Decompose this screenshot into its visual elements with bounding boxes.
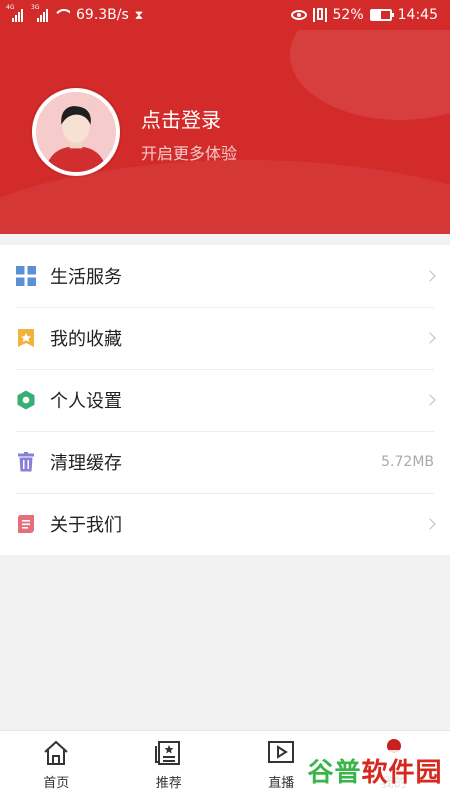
watermark-part2: 软件园: [361, 757, 443, 788]
cache-size: 5.72MB: [381, 454, 434, 470]
profile-header: 点击登录 开启更多体验: [0, 30, 450, 234]
menu-item-clear-cache[interactable]: 清理缓存 5.72MB: [0, 431, 450, 493]
tab-label: 推荐: [155, 776, 182, 791]
vibrate-icon: [312, 8, 327, 22]
hourglass-icon: ⧗: [134, 7, 144, 22]
login-title[interactable]: 点击登录: [141, 104, 221, 133]
document-icon: [16, 514, 36, 534]
grid-icon: [16, 266, 36, 286]
hexagon-settings-icon: [16, 390, 36, 410]
home-icon: [44, 740, 68, 765]
news-icon: [154, 741, 180, 765]
chevron-right-icon: [424, 518, 436, 530]
chevron-right-icon: [424, 270, 436, 282]
signal-1-label: 4G: [6, 4, 15, 11]
tab-recommend[interactable]: 推荐: [113, 731, 226, 800]
status-bar: 4G 3G 69.3B/s ⧗ 52% 14:45: [0, 0, 450, 30]
eye-icon: [290, 10, 307, 20]
menu-item-life-services[interactable]: 生活服务: [0, 245, 450, 307]
tab-home[interactable]: 首页: [0, 731, 113, 800]
play-icon: [268, 741, 295, 763]
signal-icon: 3G: [31, 4, 48, 22]
battery-icon: [369, 9, 394, 21]
menu-item-label: 清理缓存: [50, 453, 122, 474]
watermark-part1: 谷普: [307, 757, 362, 788]
menu-item-label: 个人设置: [50, 391, 122, 412]
avatar[interactable]: [32, 88, 120, 176]
signal-icon: 4G: [6, 4, 23, 22]
menu-item-label: 关于我们: [50, 515, 122, 536]
menu-item-label: 生活服务: [50, 267, 122, 288]
login-subtitle: 开启更多体验: [141, 144, 238, 163]
wifi-icon: [54, 9, 70, 21]
menu-item-about-us[interactable]: 关于我们: [0, 493, 450, 555]
menu-item-personal-settings[interactable]: 个人设置: [0, 369, 450, 431]
header-decoration: [290, 30, 450, 120]
chevron-right-icon: [424, 332, 436, 344]
menu-item-label: 我的收藏: [50, 329, 122, 350]
watermark-logo: 谷普 软件园: [306, 750, 444, 790]
settings-menu: 生活服务 我的收藏 个人设置 清理缓存 5.72MB 关于我们: [0, 245, 450, 555]
trash-icon: [16, 452, 36, 472]
tab-label: 首页: [43, 776, 70, 791]
chevron-right-icon: [424, 394, 436, 406]
tab-label: 直播: [268, 776, 295, 791]
status-right: 52% 14:45: [290, 7, 438, 23]
bookmark-star-icon: [16, 328, 36, 348]
battery-percent: 52%: [332, 7, 364, 23]
signal-2-label: 3G: [31, 4, 40, 11]
network-speed: 69.3B/s: [76, 7, 129, 23]
default-avatar-icon: [36, 92, 116, 172]
menu-item-favorites[interactable]: 我的收藏: [0, 307, 450, 369]
status-left: 4G 3G 69.3B/s ⧗: [6, 4, 144, 23]
clock: 14:45: [397, 7, 438, 23]
